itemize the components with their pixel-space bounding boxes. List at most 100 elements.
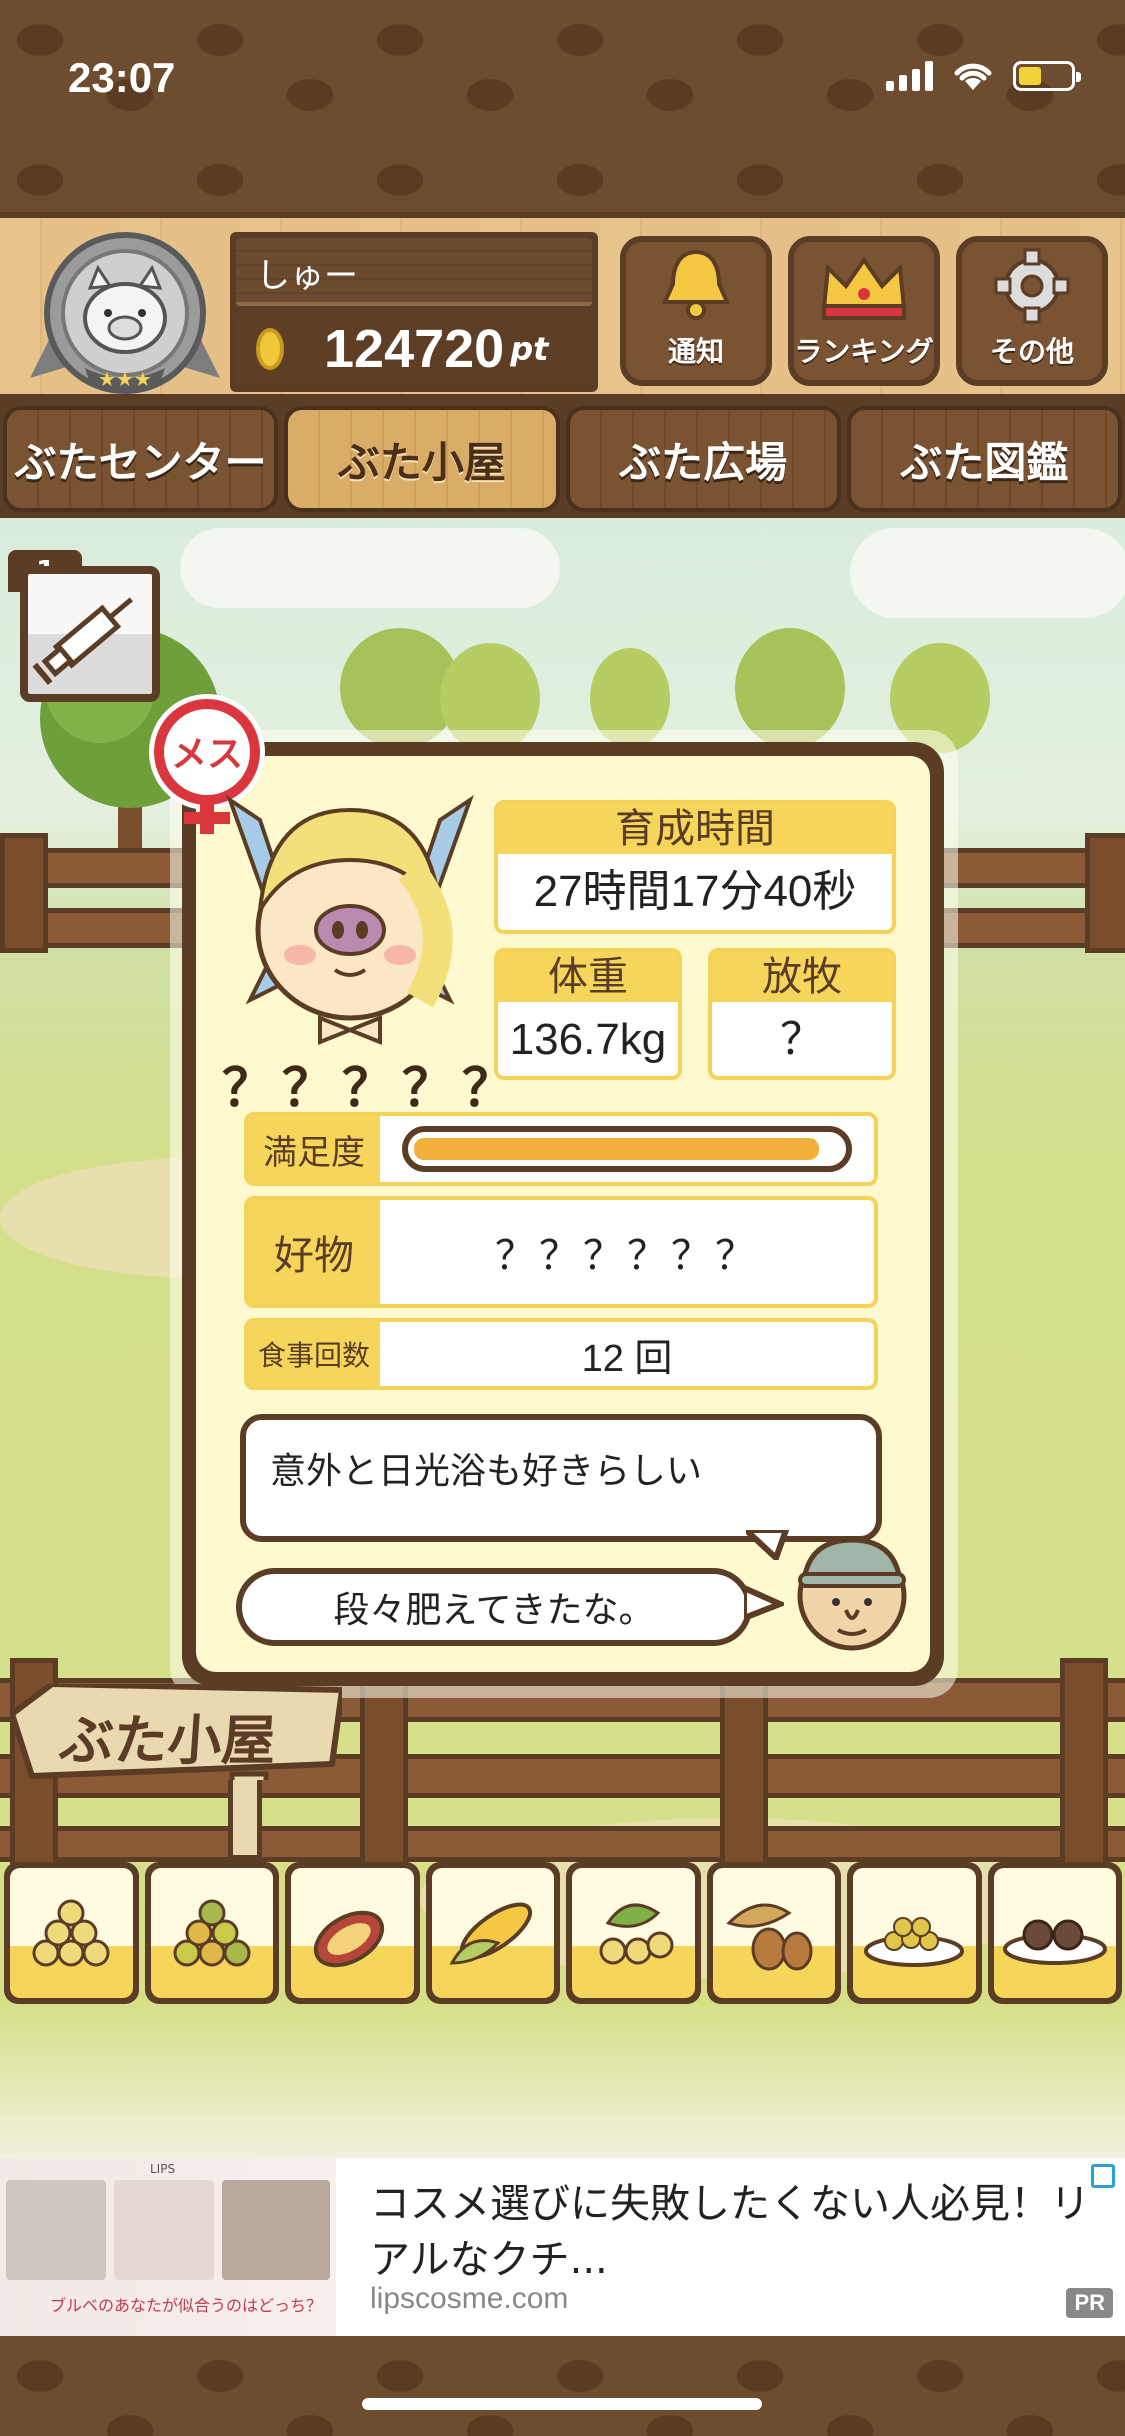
satisfaction-label: 満足度 [248, 1116, 380, 1182]
home-indicator[interactable] [362, 2398, 762, 2410]
ground-bottom [0, 2004, 1125, 2158]
meals-label: 食事回数 [248, 1322, 380, 1386]
fence-rail [0, 1826, 1125, 1862]
food-item-dumpling-plate[interactable] [987, 1862, 1122, 2004]
points-display: 124720 pt [236, 314, 592, 384]
food-selector [4, 1862, 1122, 2004]
fence-post [1085, 833, 1125, 953]
farmer-comment-text: 段々肥えてきたな。 [333, 1590, 655, 1631]
wifi-icon [954, 63, 992, 90]
tab-pig-hut[interactable]: ぶた小屋 [284, 406, 560, 512]
status-time: 23:07 [68, 54, 176, 101]
ad-brand: LIPS [150, 2162, 176, 2176]
player-info-panel: しゅー 124720 pt [230, 232, 598, 392]
gear-icon [994, 248, 1070, 324]
notification-button[interactable]: 通知 [620, 236, 772, 386]
pig-name: ？？？？？ [222, 1059, 523, 1119]
sign-post [228, 1780, 262, 1860]
satisfaction-bar [402, 1126, 852, 1172]
svg-text:★★★: ★★★ [98, 367, 152, 391]
battery-icon [1013, 61, 1081, 91]
comment-bubble-tail [744, 1584, 784, 1622]
grazing-value: ？ [780, 1015, 824, 1064]
fence-post [720, 1668, 768, 1868]
favorite-row: 好物 ？？？？？？ [244, 1196, 878, 1308]
cellular-signal-icon [886, 61, 933, 91]
ad-pr-badge: PR [1066, 2288, 1113, 2318]
favorite-label: 好物 [248, 1200, 380, 1304]
bell-icon [661, 249, 731, 320]
food-item-sweet-potato[interactable] [285, 1862, 420, 2004]
hint-bubble: 意外と日光浴も好きらしい [240, 1414, 882, 1542]
growth-time-label: 育成時間 [498, 804, 892, 854]
notification-label: 通知 [667, 335, 724, 368]
satisfaction-value [380, 1116, 874, 1182]
bean-dish-icon [864, 1917, 965, 1967]
food-item-mixed-beans[interactable] [144, 1862, 279, 2004]
ad-title[interactable]: コスメ選びに失敗したくない人必見！リアルなクチ... [370, 2176, 1090, 2288]
tab-pig-encyclopedia[interactable]: ぶた図鑑 [846, 406, 1122, 512]
other-label: その他 [989, 335, 1074, 368]
syringe-icon [32, 597, 133, 685]
other-button[interactable]: その他 [956, 236, 1108, 386]
ranking-label: ランキング [794, 335, 934, 368]
ad-thumb [222, 2180, 330, 2280]
ad-choices-icon[interactable] [1091, 2164, 1115, 2188]
pig-portrait[interactable] [220, 780, 480, 1050]
sex-label: メス [171, 734, 243, 775]
food-item-bean-dish[interactable] [847, 1862, 982, 2004]
tab-pig-plaza[interactable]: ぶた広場 [565, 406, 841, 512]
ad-thumb [114, 2180, 214, 2280]
soybeans-icon [32, 1899, 110, 1967]
cloud [850, 528, 1125, 618]
food-item-ginkgo[interactable] [566, 1862, 701, 2004]
player-rank-badge[interactable]: ★★★ [30, 228, 220, 398]
fence-post [1060, 1658, 1108, 1868]
cloud [180, 528, 560, 608]
ad-banner[interactable]: LIPS ブルベのあなたが似合うのはどっち？ コスメ選びに失敗したくない人必見！… [0, 2158, 1125, 2336]
points-unit: pt [510, 330, 549, 368]
ad-image-caption: ブルベのあなたが似合うのはどっち？ [50, 2296, 323, 2315]
background-pattern-bottom [0, 2336, 1125, 2436]
farmer-icon [797, 1537, 907, 1651]
ginkgo-icon [599, 1903, 674, 1965]
dumpling-plate-icon [1002, 1919, 1107, 1965]
points-value: 124720 [324, 319, 505, 379]
mixed-beans-icon [173, 1899, 251, 1967]
hint-text: 意外と日光浴も好きらしい [270, 1451, 703, 1492]
weight-label: 体重 [498, 952, 678, 1002]
acorn-icon [725, 1903, 813, 1971]
tab-pig-center[interactable]: ぶたセンター [3, 406, 279, 512]
grazing-box: 放牧 ？ [708, 948, 896, 1080]
ad-thumb [6, 2180, 106, 2280]
favorite-value: ？？？？？？ [495, 1233, 759, 1279]
player-name: しゅー [236, 238, 592, 306]
grazing-label: 放牧 [712, 952, 892, 1002]
ranking-button[interactable]: ランキング [788, 236, 940, 386]
header: ★★★ しゅー 124720 pt 通知 ランキング その他 [0, 212, 1125, 400]
ad-image[interactable]: LIPS ブルベのあなたが似合うのはどっち？ [0, 2158, 336, 2336]
main-tabs: ぶたセンター ぶた小屋 ぶた広場 ぶた図鑑 [0, 400, 1125, 518]
food-item-soybeans[interactable] [4, 1862, 139, 2004]
crown-icon [821, 256, 907, 320]
syringe-item-button[interactable] [20, 566, 160, 702]
meals-row: 食事回数 12 回 [244, 1318, 878, 1390]
food-item-acorn[interactable] [706, 1862, 841, 2004]
status-bar: 23:07 [0, 0, 1125, 140]
farmer-comment-bubble: 段々肥えてきたな。 [236, 1568, 752, 1646]
ad-domain: lipscosme.com [370, 2282, 569, 2315]
satisfaction-bar-fill [414, 1138, 819, 1160]
fence-post [0, 833, 48, 953]
food-item-corn[interactable] [425, 1862, 560, 2004]
growth-time-value: 27時間17分40秒 [533, 867, 857, 916]
weight-box: 体重 136.7kg [494, 948, 682, 1080]
weight-value: 136.7kg [509, 1015, 667, 1064]
coin-icon [256, 328, 284, 370]
meals-value: 12 回 [581, 1337, 673, 1380]
growth-time-box: 育成時間 27時間17分40秒 [494, 800, 896, 934]
fence-post [360, 1668, 408, 1868]
pig-hut-sign-label: ぶた小屋 [57, 1709, 278, 1772]
corn-icon [449, 1902, 532, 1965]
satisfaction-row: 満足度 [244, 1112, 878, 1186]
sweet-potato-icon [314, 1910, 385, 1968]
